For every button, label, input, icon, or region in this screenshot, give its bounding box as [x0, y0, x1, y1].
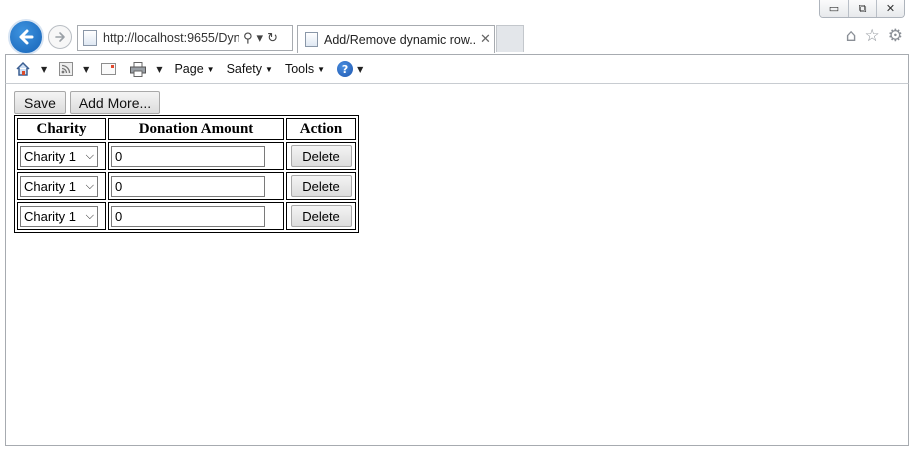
charity-cell: Charity 1 ⌵ [17, 142, 106, 170]
delete-button[interactable]: Delete [290, 175, 352, 197]
amount-cell: 0 [108, 142, 284, 170]
column-header-action: Action [286, 118, 356, 140]
new-tab-button[interactable] [496, 25, 524, 52]
table-header-row: Charity Donation Amount Action [17, 118, 356, 140]
chevron-down-icon[interactable]: ▼ [357, 65, 363, 74]
page-icon [83, 30, 97, 46]
chevron-down-icon[interactable]: ▾ [257, 31, 264, 46]
home-icon[interactable]: ⌂ [846, 26, 857, 46]
close-window-button[interactable]: ✕ [876, 0, 904, 17]
page-viewport: Save Add More... Charity Donation Amount… [5, 84, 909, 446]
chevron-down-icon[interactable]: ▼ [41, 65, 47, 74]
menu-safety[interactable]: Safety ▼ [227, 62, 273, 76]
page-icon [305, 32, 318, 47]
back-arrow-icon [19, 29, 34, 45]
charity-select[interactable]: Charity 1 ⌵ [20, 175, 98, 197]
amount-cell: 0 [108, 172, 284, 200]
address-bar[interactable]: http://localhost:9655/Dyn ⚲ ▾ ↻ [77, 25, 293, 51]
charity-cell: Charity 1 ⌵ [17, 202, 106, 230]
restore-button[interactable]: ⧉ [848, 0, 876, 17]
charity-select[interactable]: Charity 1 ⌵ [20, 145, 98, 167]
refresh-icon[interactable]: ↻ [267, 31, 278, 46]
donation-amount-input[interactable]: 0 [111, 175, 265, 197]
help-icon[interactable]: ? [337, 61, 354, 77]
chevron-down-icon: ⌵ [85, 209, 94, 222]
menu-page[interactable]: Page ▼ [174, 62, 214, 76]
close-icon[interactable]: ✕ [480, 32, 491, 47]
donation-amount-input[interactable]: 0 [111, 145, 265, 167]
browser-right-icons: ⌂ ☆ ⚙ [846, 26, 903, 46]
home-icon[interactable] [15, 61, 31, 77]
save-button[interactable]: Save [14, 91, 66, 114]
back-button[interactable] [8, 19, 44, 55]
window-controls: ▭ ⧉ ✕ [819, 0, 905, 18]
donation-amount-input[interactable]: 0 [111, 205, 265, 227]
chevron-down-icon: ▼ [206, 64, 215, 74]
table-row: Charity 1 ⌵ 0 Delete [17, 142, 356, 170]
forward-arrow-icon [55, 32, 65, 42]
column-header-donation-amount: Donation Amount [108, 118, 284, 140]
forward-button[interactable] [48, 25, 72, 49]
charity-select[interactable]: Charity 1 ⌵ [20, 205, 98, 227]
command-bar: ▼ ▼ ▼ Page ▼ Safety ▼ Tools ▼ ? ▼ [5, 54, 909, 84]
charity-table: Charity Donation Amount Action Charity 1… [14, 115, 359, 233]
browser-chrome: ▭ ⧉ ✕ http://localhost:9655/Dyn ⚲ ▾ ↻ Ad… [0, 0, 913, 55]
print-icon[interactable] [130, 61, 147, 77]
search-icon[interactable]: ⚲ [243, 31, 253, 46]
chevron-down-icon[interactable]: ▼ [83, 65, 89, 74]
chevron-down-icon: ▼ [265, 64, 273, 74]
column-header-charity: Charity [17, 118, 106, 140]
action-cell: Delete [286, 172, 356, 200]
minimize-button[interactable]: ▭ [820, 0, 848, 17]
rss-feed-icon[interactable] [59, 62, 74, 76]
favorites-star-icon[interactable]: ☆ [865, 26, 880, 46]
tab-active[interactable]: Add/Remove dynamic row... ✕ [297, 25, 495, 53]
amount-cell: 0 [108, 202, 284, 230]
delete-button[interactable]: Delete [290, 145, 352, 167]
delete-button[interactable]: Delete [290, 205, 352, 227]
charity-cell: Charity 1 ⌵ [17, 172, 106, 200]
chevron-down-icon: ▼ [317, 64, 326, 74]
add-more-button[interactable]: Add More... [70, 91, 160, 114]
gear-icon[interactable]: ⚙ [888, 26, 903, 46]
menu-tools[interactable]: Tools ▼ [285, 62, 325, 76]
action-cell: Delete [286, 142, 356, 170]
table-row: Charity 1 ⌵ 0 Delete [17, 202, 356, 230]
tab-title[interactable]: Add/Remove dynamic row... [324, 33, 476, 47]
chevron-down-icon[interactable]: ▼ [156, 65, 162, 74]
address-text[interactable]: http://localhost:9655/Dyn [103, 31, 239, 45]
chevron-down-icon: ⌵ [85, 179, 94, 192]
read-mail-icon[interactable] [101, 63, 117, 75]
action-cell: Delete [286, 202, 356, 230]
table-row: Charity 1 ⌵ 0 Delete [17, 172, 356, 200]
chevron-down-icon: ⌵ [85, 149, 94, 162]
